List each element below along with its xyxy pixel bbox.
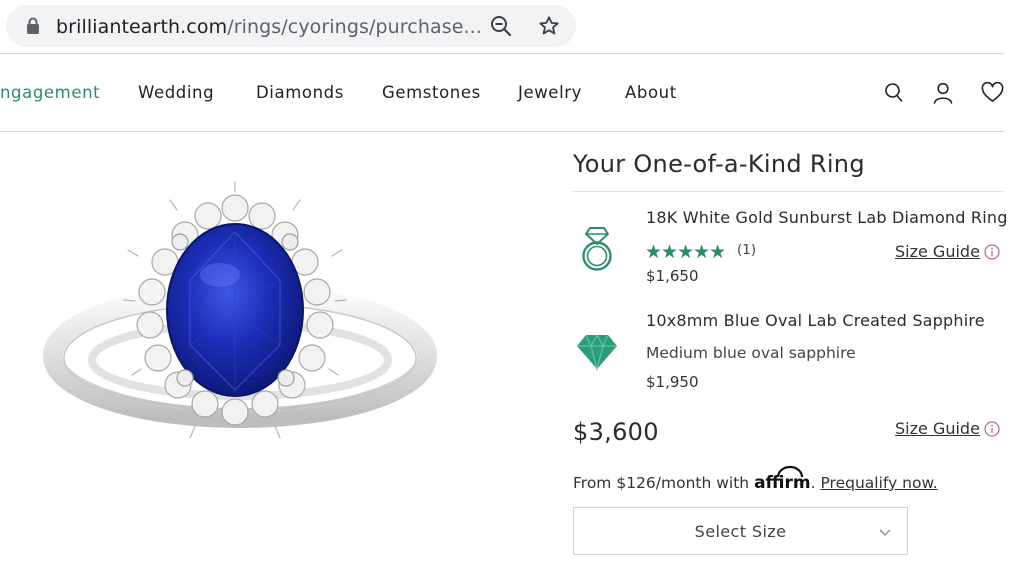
panel-title: Your One-of-a-Kind Ring <box>573 150 865 178</box>
prequalify-link[interactable]: Prequalify now. <box>820 474 937 492</box>
setting-name[interactable]: 18K White Gold Sunburst Lab Diamond Ring <box>646 208 1008 227</box>
select-size-label: Select Size <box>694 522 787 541</box>
chevron-down-icon <box>879 522 891 541</box>
rating-stars[interactable]: ★★★★★ <box>645 241 726 263</box>
wishlist-heart-icon[interactable] <box>981 81 1004 107</box>
review-count[interactable]: (1) <box>737 242 756 258</box>
search-icon[interactable] <box>884 82 904 108</box>
size-guide-link[interactable]: Size Guide <box>895 242 980 261</box>
info-icon[interactable] <box>984 244 1000 264</box>
affirm-logo: affirm <box>754 465 811 493</box>
select-size-dropdown[interactable]: Select Size <box>573 507 908 555</box>
ring-product-image <box>40 180 440 460</box>
panel-divider <box>573 191 1003 192</box>
lock-icon <box>26 17 40 39</box>
ring-icon <box>578 224 616 276</box>
account-icon[interactable] <box>932 82 954 108</box>
financing-text: From $126/month with <box>573 474 750 492</box>
stone-name[interactable]: 10x8mm Blue Oval Lab Created Sapphire <box>646 311 985 330</box>
nav-item-jewelry[interactable]: Jewelry <box>518 83 582 102</box>
nav-item-diamonds[interactable]: Diamonds <box>256 83 344 102</box>
nav-divider <box>0 131 1004 132</box>
setting-price: $1,650 <box>646 267 699 285</box>
url-text[interactable]: brilliantearth.com/rings/cyorings/purcha… <box>56 16 482 38</box>
info-icon-2[interactable] <box>984 421 1000 441</box>
financing-period: . <box>810 474 816 492</box>
gem-icon <box>576 333 618 375</box>
total-price: $3,600 <box>573 418 659 446</box>
financing-line: From $126/month with affirm. Prequalify … <box>573 465 938 493</box>
nav-item-wedding[interactable]: Wedding <box>138 83 214 102</box>
nav-item-about[interactable]: About <box>625 83 677 102</box>
nav-item-gemstones[interactable]: Gemstones <box>382 83 481 102</box>
zoom-icon[interactable] <box>490 15 512 41</box>
site-nav: ngagement Wedding Diamonds Gemstones Jew… <box>0 54 1004 132</box>
address-bar[interactable]: brilliantearth.com/rings/cyorings/purcha… <box>6 5 576 47</box>
stone-price: $1,950 <box>646 373 699 391</box>
bookmark-star-icon[interactable] <box>538 15 560 41</box>
url-path: /rings/cyorings/purchase... <box>227 16 482 38</box>
stone-description: Medium blue oval sapphire <box>646 344 856 362</box>
nav-item-engagement[interactable]: ngagement <box>0 83 100 102</box>
url-host: brilliantearth.com <box>56 16 228 38</box>
size-guide-link-2[interactable]: Size Guide <box>895 419 980 438</box>
